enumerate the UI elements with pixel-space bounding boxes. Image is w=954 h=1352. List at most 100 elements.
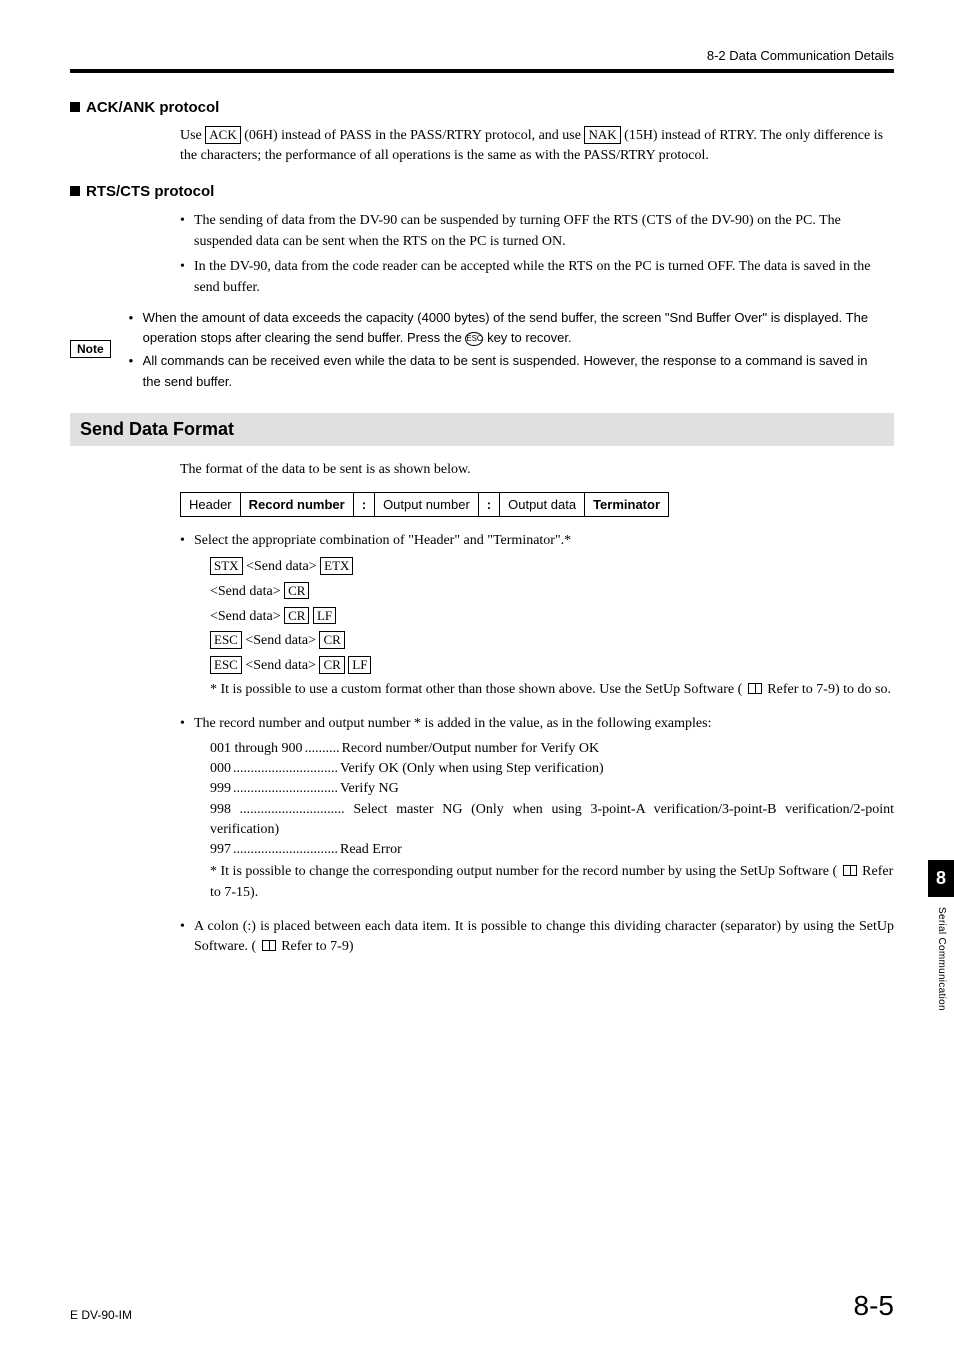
list-item: • In the DV-90, data from the code reade… <box>180 256 884 298</box>
rec-val: Read Error <box>340 840 402 860</box>
bullet-dot-icon: • <box>180 256 194 298</box>
rec-val: Verify OK (Only when using Step verifica… <box>340 759 604 779</box>
combo-line: <Send data> CR <box>210 580 894 604</box>
star-note-1: * It is possible to use a custom format … <box>210 680 894 700</box>
etx-box: ETX <box>320 557 353 575</box>
ack-p1a: Use <box>180 128 205 143</box>
list-item: • The sending of data from the DV-90 can… <box>180 210 884 252</box>
ack-code-box: ACK <box>205 126 240 144</box>
rec-key: 997 <box>210 840 231 860</box>
colon-note: A colon (:) is placed between each data … <box>194 917 894 958</box>
record-row: 998 .............................. Selec… <box>210 800 894 841</box>
combo-section: • Select the appropriate combination of … <box>180 531 894 551</box>
ack-section-title: ACK/ANK protocol <box>70 99 894 116</box>
list-item: • Select the appropriate combination of … <box>180 531 894 551</box>
rts-bullet-list: • The sending of data from the DV-90 can… <box>180 210 884 298</box>
combo-line: ESC <Send data> CR LF <box>210 654 894 678</box>
record-row: 999..............................Verify … <box>210 779 894 799</box>
leader-dots: .............................. <box>233 779 338 799</box>
footer-doc-id: E DV-90-IM <box>70 1308 132 1322</box>
b3b: Refer to 7-9) <box>278 939 354 954</box>
rec-key: 998 <box>210 802 231 817</box>
page-footer: E DV-90-IM 8-5 <box>70 1290 894 1322</box>
rec-key: 001 through 900 <box>210 739 303 759</box>
cell-record-number: Record number <box>240 492 353 516</box>
send-data-text: <Send data> <box>245 658 316 673</box>
list-item: • All commands can be received even whil… <box>129 351 884 393</box>
star1a: * It is possible to use a custom format … <box>210 682 746 697</box>
send-data-format-heading: Send Data Format <box>70 413 894 446</box>
send-intro: The format of the data to be sent is as … <box>180 462 894 478</box>
ack-p1b: (06H) instead of PASS in the PASS/RTRY p… <box>241 128 585 143</box>
send-data-text: <Send data> <box>245 633 316 648</box>
bullet-dot-icon: • <box>180 917 194 958</box>
combo-intro: Select the appropriate combination of "H… <box>194 531 894 551</box>
nak-code-box: NAK <box>584 126 620 144</box>
ack-paragraph: Use ACK (06H) instead of PASS in the PAS… <box>180 126 884 167</box>
list-item: • A colon (:) is placed between each dat… <box>180 917 894 958</box>
cr-box: CR <box>319 631 344 649</box>
lf-box: LF <box>313 607 336 625</box>
list-item: • The record number and output number * … <box>180 714 894 734</box>
esc-box: ESC <box>210 631 242 649</box>
record-row: 997..............................Read Er… <box>210 840 894 860</box>
colon-section: • A colon (:) is placed between each dat… <box>180 917 894 958</box>
page-header-ref: 8-2 Data Communication Details <box>70 48 894 63</box>
note1-b: key to recover. <box>483 330 571 345</box>
bullet-dot-icon: • <box>180 714 194 734</box>
leader-dots: .......... <box>305 739 340 759</box>
note-item-1: When the amount of data exceeds the capa… <box>143 308 884 350</box>
square-bullet-icon <box>70 102 80 112</box>
bullet-dot-icon: • <box>129 351 143 393</box>
cr-box: CR <box>319 656 344 674</box>
combo-line: ESC <Send data> CR <box>210 629 894 653</box>
rec-val: Verify NG <box>340 779 399 799</box>
square-bullet-icon <box>70 186 80 196</box>
list-item: • When the amount of data exceeds the ca… <box>129 308 884 350</box>
book-icon <box>262 940 276 951</box>
record-list: 001 through 900..........Record number/O… <box>210 739 894 861</box>
record-intro: The record number and output number * is… <box>194 714 894 734</box>
note-label: Note <box>70 340 111 358</box>
rts-bullet-1: The sending of data from the DV-90 can b… <box>194 210 884 252</box>
esc-box: ESC <box>210 656 242 674</box>
book-icon <box>748 683 762 694</box>
record-row: 000..............................Verify … <box>210 759 894 779</box>
record-section: • The record number and output number * … <box>180 714 894 734</box>
combo-line: STX <Send data> ETX <box>210 555 894 579</box>
note-block: Note • When the amount of data exceeds t… <box>70 308 894 395</box>
leader-dots: .............................. <box>233 759 338 779</box>
cell-output-data: Output data <box>500 492 585 516</box>
send-data-text: <Send data> <box>210 609 281 624</box>
leader-dots: .............................. <box>233 840 338 860</box>
rts-bullet-2: In the DV-90, data from the code reader … <box>194 256 884 298</box>
rts-title-text: RTS/CTS protocol <box>86 183 214 200</box>
note-item-2: All commands can be received even while … <box>143 351 884 393</box>
cell-terminator: Terminator <box>585 492 669 516</box>
combo-list: STX <Send data> ETX <Send data> CR <Send… <box>210 555 894 678</box>
bullet-dot-icon: • <box>129 308 143 350</box>
cell-colon-2: : <box>478 492 499 516</box>
stx-box: STX <box>210 557 243 575</box>
header-rule <box>70 69 894 73</box>
star-note-2: * It is possible to change the correspon… <box>210 862 894 903</box>
chapter-number: 8 <box>928 860 954 897</box>
rec-key: 000 <box>210 759 231 779</box>
book-icon <box>843 865 857 876</box>
rec-key: 999 <box>210 779 231 799</box>
cell-header: Header <box>181 492 241 516</box>
bullet-dot-icon: • <box>180 531 194 551</box>
cr-box: CR <box>284 582 309 600</box>
cell-colon-1: : <box>353 492 374 516</box>
cell-output-number: Output number <box>375 492 479 516</box>
footer-page-number: 8-5 <box>854 1290 894 1322</box>
rts-section-title: RTS/CTS protocol <box>70 183 894 200</box>
note-content: • When the amount of data exceeds the ca… <box>129 308 884 395</box>
combo-line: <Send data> CR LF <box>210 605 894 629</box>
chapter-tab: 8 Serial Communication <box>928 860 954 1011</box>
star2a: * It is possible to change the correspon… <box>210 864 841 879</box>
esc-key-icon: ESC <box>465 332 483 346</box>
send-data-text: <Send data> <box>246 559 317 574</box>
leader-dots: .............................. <box>231 802 353 817</box>
record-row: 001 through 900..........Record number/O… <box>210 739 894 759</box>
